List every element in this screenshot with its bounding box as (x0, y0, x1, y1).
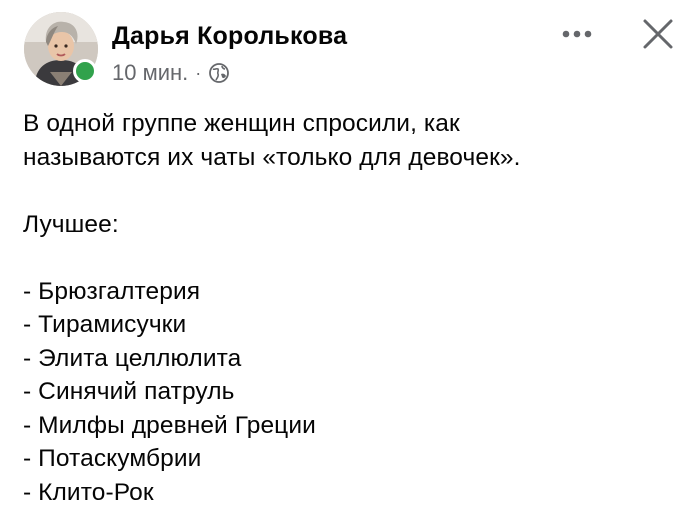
list-item: - Потаскумбрии (23, 445, 202, 472)
online-status-dot (73, 59, 97, 83)
post-text-line: В одной группе женщин спросили, как (23, 110, 460, 137)
list-item: - Брюзгалтерия (23, 277, 201, 305)
list-item: - Милфы древней Греции (23, 411, 316, 439)
author-avatar[interactable] (24, 12, 98, 86)
globe-icon[interactable] (208, 62, 230, 84)
list-item: - Клито-Рок (23, 478, 154, 506)
post-meta: 10 мин. · (112, 60, 230, 86)
post-text: В одной группе женщин спросили, как назы… (23, 107, 683, 509)
list-item: - Тирамисучки (23, 311, 187, 338)
list-item: - Элита целлюлита (23, 344, 242, 372)
post-header: Дарья Королькова 10 мин. · (0, 0, 700, 100)
post-text-line: называются их чаты «только для девочек». (23, 143, 521, 171)
close-icon (643, 19, 673, 49)
post-time[interactable]: 10 мин. (112, 60, 188, 86)
meta-separator: · (195, 62, 202, 83)
list-item: - Синячий патруль (23, 378, 235, 405)
more-options-button[interactable] (558, 22, 598, 46)
post-best-label: Лучшее: (23, 210, 119, 238)
more-dots-icon (562, 30, 592, 38)
author-name[interactable]: Дарья Королькова (112, 22, 347, 51)
close-button[interactable] (640, 16, 676, 52)
